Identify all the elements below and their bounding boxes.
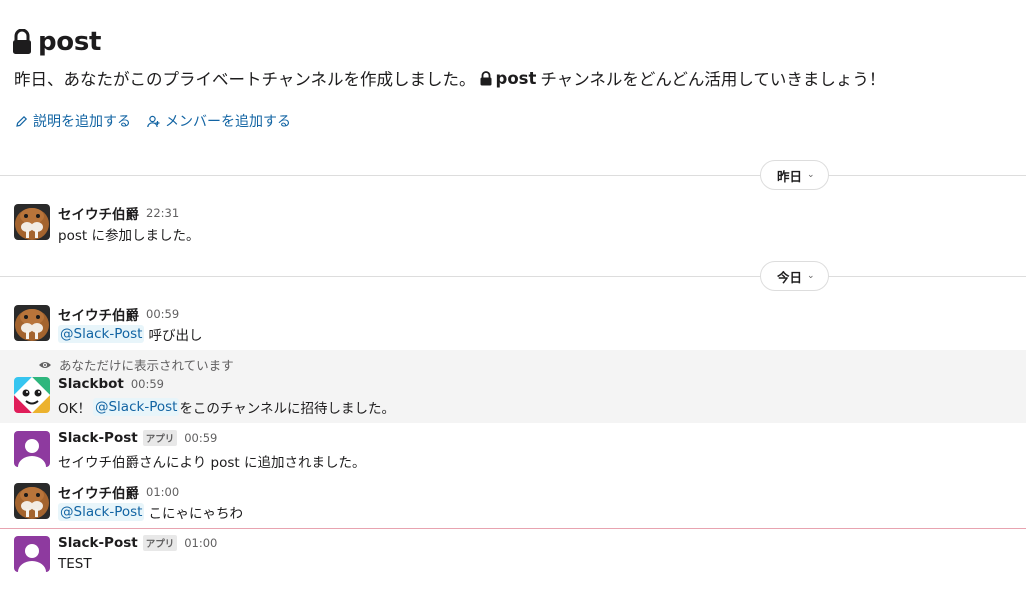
- lock-icon: [480, 70, 492, 85]
- author-name[interactable]: セイウチ伯爵: [58, 203, 139, 223]
- walrus-avatar-icon: [14, 483, 50, 519]
- channel-link[interactable]: post: [480, 68, 537, 88]
- lock-icon: [13, 29, 31, 54]
- slackbot-avatar-icon: [14, 377, 50, 413]
- message-text: OK！ @Slack-Post をこのチャンネルに招待しました。: [58, 397, 395, 417]
- user-mention[interactable]: @Slack-Post: [58, 325, 145, 343]
- avatar[interactable]: [14, 431, 50, 467]
- message-body: 呼び出し: [148, 328, 203, 344]
- message-text: post に参加しました。: [58, 224, 199, 244]
- new-messages-divider: [0, 528, 1026, 529]
- walrus-avatar-icon: [14, 305, 50, 341]
- avatar[interactable]: [14, 377, 50, 413]
- message-item: Slack-Post アプリ 01:00 TEST: [0, 532, 1026, 582]
- channel-name: post: [38, 27, 102, 57]
- message-body: をこのチャンネルに招待しました。: [179, 401, 396, 417]
- app-badge: アプリ: [142, 535, 178, 551]
- add-description-label: 説明を追加する: [33, 114, 131, 130]
- channel-intro-text: 昨日、あなたがこのプライベートチャンネルを作成しました。 post チャンネルを…: [14, 66, 885, 90]
- add-person-icon: [147, 115, 160, 127]
- message-text: @Slack-Post 呼び出し: [58, 324, 202, 344]
- ephemeral-note: あなただけに表示されています: [38, 355, 234, 374]
- app-badge: アプリ: [142, 430, 178, 446]
- avatar[interactable]: [14, 536, 50, 572]
- date-label: 昨日: [777, 168, 803, 184]
- intro-actions: 説明を追加する メンバーを追加する: [15, 111, 291, 131]
- message-item: セイウチ伯爵 01:00 @Slack-Post こにゃにゃちわ: [0, 479, 1026, 527]
- message-body: post に参加しました。: [58, 228, 200, 244]
- date-divider-line: [0, 276, 1026, 277]
- message-item: Slack-Post アプリ 00:59 セイウチ伯爵さんにより post に追…: [0, 427, 1026, 477]
- author-name[interactable]: Slack-Post: [58, 430, 138, 446]
- walrus-avatar-icon: [14, 204, 50, 240]
- message-text: @Slack-Post こにゃにゃちわ: [58, 502, 243, 522]
- author-name[interactable]: セイウチ伯爵: [58, 304, 139, 324]
- intro-text-after: チャンネルをどんどん活用していきましょう！: [540, 70, 886, 89]
- message-body: セイウチ伯爵さんにより post に追加されました。: [58, 455, 366, 471]
- author-name[interactable]: Slack-Post: [58, 535, 138, 551]
- timestamp[interactable]: 00:59: [184, 431, 217, 445]
- message-meta: Slack-Post アプリ 01:00: [58, 535, 217, 551]
- message-item: Slackbot 00:59 OK！ @Slack-Post をこのチャンネルに…: [0, 374, 1026, 422]
- timestamp[interactable]: 22:31: [146, 206, 179, 220]
- date-divider-yesterday[interactable]: 昨日 ⌄: [760, 160, 829, 190]
- message-meta: セイウチ伯爵 00:59: [58, 304, 179, 324]
- message-item: セイウチ伯爵 00:59 @Slack-Post 呼び出し: [0, 300, 1026, 348]
- chevron-down-icon: ⌄: [807, 271, 815, 281]
- add-members-button[interactable]: メンバーを追加する: [147, 111, 291, 131]
- avatar[interactable]: [14, 204, 50, 240]
- message-prefix: OK！: [58, 401, 91, 417]
- timestamp[interactable]: 00:59: [131, 377, 164, 391]
- timestamp[interactable]: 01:00: [146, 485, 179, 499]
- date-divider-line: [0, 175, 1026, 176]
- message-body: TEST: [58, 556, 92, 572]
- message-meta: セイウチ伯爵 01:00: [58, 482, 179, 502]
- message-body: こにゃにゃちわ: [148, 506, 243, 522]
- timestamp[interactable]: 01:00: [184, 536, 217, 550]
- eye-icon: [39, 361, 51, 368]
- intro-channel-name: post: [495, 68, 537, 88]
- avatar[interactable]: [14, 305, 50, 341]
- pencil-icon: [16, 115, 28, 127]
- message-text: セイウチ伯爵さんにより post に追加されました。: [58, 451, 365, 471]
- channel-title: post: [12, 26, 101, 58]
- intro-text-before: 昨日、あなたがこのプライベートチャンネルを作成しました。: [14, 70, 476, 89]
- ephemeral-note-text: あなただけに表示されています: [59, 358, 234, 373]
- message-meta: Slack-Post アプリ 00:59: [58, 430, 217, 446]
- author-name[interactable]: セイウチ伯爵: [58, 482, 139, 502]
- message-text: TEST: [58, 556, 92, 572]
- author-name[interactable]: Slackbot: [58, 376, 124, 392]
- add-description-button[interactable]: 説明を追加する: [15, 111, 131, 131]
- date-label: 今日: [777, 269, 803, 285]
- message-meta: セイウチ伯爵 22:31: [58, 203, 179, 223]
- timestamp[interactable]: 00:59: [146, 307, 179, 321]
- message-item: セイウチ伯爵 22:31 post に参加しました。: [0, 200, 1026, 252]
- user-mention[interactable]: @Slack-Post: [92, 398, 180, 416]
- default-user-avatar-icon: [14, 536, 50, 572]
- message-meta: Slackbot 00:59: [58, 376, 164, 392]
- user-mention[interactable]: @Slack-Post: [58, 503, 145, 521]
- date-divider-today[interactable]: 今日 ⌄: [760, 261, 829, 291]
- add-members-label: メンバーを追加する: [165, 114, 291, 130]
- default-user-avatar-icon: [14, 431, 50, 467]
- avatar[interactable]: [14, 483, 50, 519]
- chevron-down-icon: ⌄: [807, 170, 815, 180]
